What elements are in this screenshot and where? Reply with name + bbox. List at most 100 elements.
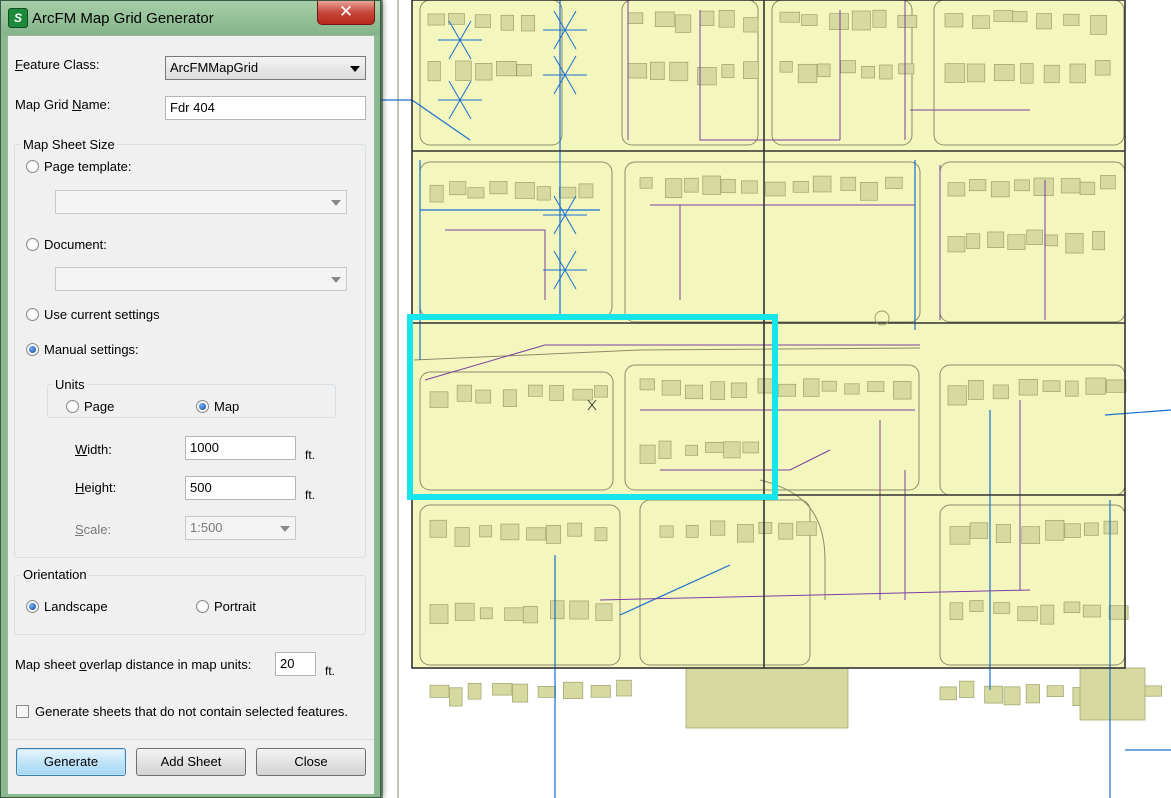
building [792, 181, 809, 193]
building [658, 440, 672, 459]
building [990, 181, 1010, 198]
building [885, 176, 903, 189]
feature-class-label: Feature Class: [15, 57, 100, 72]
document-radio[interactable] [26, 238, 39, 251]
generate-empty-sheets-label: Generate sheets that do not contain sele… [35, 704, 348, 719]
building [665, 178, 683, 199]
building [743, 17, 759, 33]
building [1060, 178, 1081, 194]
building [860, 182, 878, 201]
building [765, 181, 786, 197]
document-dropdown[interactable] [55, 267, 347, 291]
close-window-icon[interactable]: ✕ [317, 1, 375, 25]
building [427, 13, 445, 26]
generate-button[interactable]: Generate [16, 748, 126, 776]
scale-label: Scale: [75, 522, 112, 537]
building [454, 602, 475, 621]
building [829, 13, 849, 30]
units-page-radio[interactable] [66, 400, 79, 413]
building [1020, 63, 1034, 84]
building [844, 383, 860, 395]
building [549, 385, 564, 401]
building [1014, 179, 1030, 192]
building [1063, 601, 1081, 613]
page-template-radio[interactable] [26, 160, 39, 173]
use-current-settings-radio[interactable] [26, 308, 39, 321]
building [496, 61, 517, 77]
height-input[interactable]: 500 [185, 476, 296, 500]
building [502, 389, 517, 407]
building [959, 680, 975, 698]
portrait-radio[interactable] [196, 600, 209, 613]
building [995, 524, 1011, 543]
large-building [685, 667, 849, 729]
building [1003, 686, 1021, 706]
building [479, 607, 493, 620]
map-grid-name-label: Map Grid Name: [15, 97, 111, 112]
building [449, 687, 463, 707]
building [572, 388, 593, 401]
height-unit: ft. [305, 488, 316, 502]
building [969, 522, 989, 539]
overlap-unit: ft. [325, 664, 336, 678]
building [949, 526, 971, 545]
building [1069, 63, 1086, 84]
width-unit: ft. [305, 448, 316, 462]
building [1042, 380, 1061, 393]
map-grid-name-input[interactable]: Fdr 404 [165, 96, 366, 120]
building [947, 182, 966, 197]
building [456, 384, 472, 402]
building [685, 525, 699, 538]
building [867, 381, 885, 393]
building [969, 179, 987, 192]
building [429, 519, 447, 538]
large-building [1079, 667, 1146, 721]
building [427, 61, 441, 82]
building [512, 683, 529, 703]
building [594, 385, 608, 398]
width-input[interactable]: 1000 [185, 436, 296, 460]
feature-class-dropdown[interactable]: ArcFMMapGrid [165, 56, 366, 80]
building [1065, 380, 1079, 397]
building [616, 679, 632, 697]
chevron-down-icon [280, 526, 290, 532]
building [721, 64, 735, 79]
building [454, 527, 470, 547]
building [500, 14, 515, 31]
manual-settings-radio[interactable] [26, 343, 39, 356]
building [992, 384, 1009, 400]
building [966, 63, 986, 83]
building [504, 607, 525, 621]
scale-value: 1:500 [190, 520, 223, 535]
overlap-distance-input[interactable]: 20 [275, 652, 316, 676]
units-page-label: Page [84, 399, 115, 414]
dialog-body: Feature Class: ArcFMMapGrid Map Grid Nam… [7, 35, 375, 794]
landscape-radio[interactable] [26, 600, 39, 613]
building [558, 186, 577, 199]
document-label: Document: [44, 237, 107, 252]
building [1085, 377, 1107, 395]
building [1040, 604, 1055, 625]
building [1012, 11, 1028, 23]
building [639, 177, 653, 189]
building [650, 61, 665, 80]
units-map-radio[interactable] [196, 400, 209, 413]
page-template-dropdown[interactable] [55, 190, 347, 214]
building [801, 14, 818, 26]
generate-empty-sheets-checkbox[interactable] [16, 705, 29, 718]
building [710, 381, 726, 400]
title-bar[interactable]: S ArcFM Map Grid Generator ✕ [1, 1, 380, 35]
building [939, 686, 957, 701]
building [797, 63, 818, 84]
building [851, 10, 871, 31]
building [893, 381, 912, 400]
building [987, 231, 1005, 248]
building [661, 380, 682, 396]
add-sheet-button[interactable]: Add Sheet [136, 748, 246, 776]
units-map-label: Map [214, 399, 240, 414]
building [984, 685, 1003, 704]
close-button[interactable]: Close [256, 748, 366, 776]
building [526, 527, 547, 541]
building [812, 175, 832, 193]
scale-dropdown[interactable]: 1:500 [185, 516, 296, 540]
